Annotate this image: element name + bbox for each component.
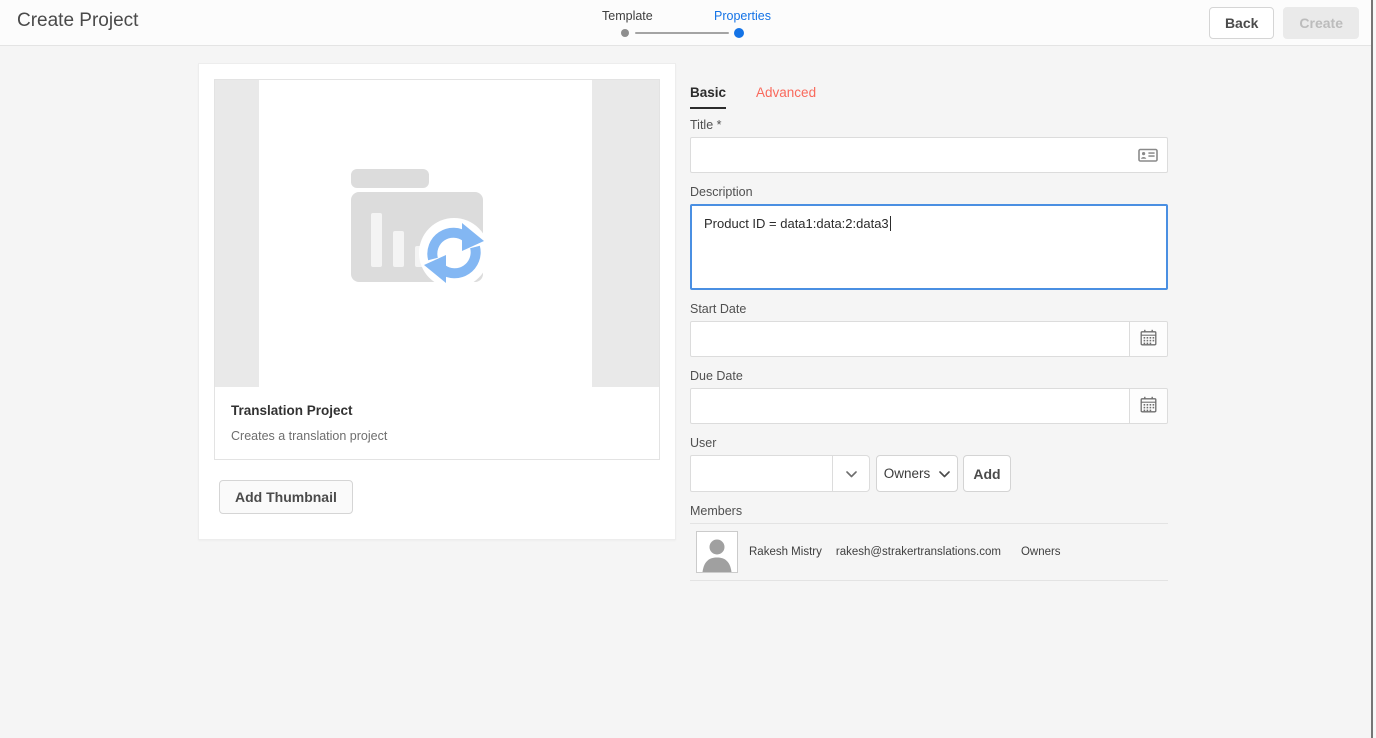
title-label: Title * <box>690 118 1168 132</box>
description-label: Description <box>690 185 1168 199</box>
description-textarea[interactable]: Product ID = data1:data:2:data3 <box>690 204 1168 290</box>
step-template[interactable]: Template <box>602 9 653 23</box>
due-date-input[interactable] <box>691 389 1167 423</box>
step-template-dot <box>621 29 629 37</box>
properties-form: Basic Advanced Title * Description Produ… <box>690 85 1168 581</box>
thumbnail-right-bar <box>592 80 659 387</box>
add-user-button[interactable]: Add <box>963 455 1011 492</box>
chevron-down-icon <box>846 466 857 481</box>
user-input[interactable] <box>690 455 833 492</box>
thumbnail-left-bar <box>215 80 259 387</box>
template-card-meta: Translation Project Creates a translatio… <box>215 387 659 453</box>
template-title: Translation Project <box>231 403 643 418</box>
role-select-value: Owners <box>884 466 931 481</box>
due-date-field <box>690 388 1168 424</box>
role-select[interactable]: Owners <box>876 455 958 492</box>
create-button[interactable]: Create <box>1283 7 1359 39</box>
wizard-header: Create Project Template Properties Back … <box>0 0 1376 46</box>
thumbnail-image <box>259 80 592 387</box>
add-thumbnail-button[interactable]: Add Thumbnail <box>219 480 353 514</box>
back-button[interactable]: Back <box>1209 7 1274 39</box>
chevron-down-icon <box>939 466 950 481</box>
template-description: Creates a translation project <box>231 429 643 443</box>
contact-card-icon <box>1138 147 1158 163</box>
text-caret <box>890 216 891 231</box>
step-properties-dot <box>734 28 744 38</box>
calendar-icon <box>1140 396 1157 416</box>
translation-project-sync-icon <box>351 169 501 299</box>
start-date-input[interactable] <box>691 322 1167 356</box>
members-label: Members <box>690 504 1168 518</box>
page-title: Create Project <box>17 10 138 32</box>
members-divider-bottom <box>690 580 1168 581</box>
start-date-field <box>690 321 1168 357</box>
header-actions: Back Create <box>1209 7 1359 39</box>
member-row: Rakesh Mistry rakesh@strakertranslations… <box>690 524 1168 580</box>
template-card: Translation Project Creates a translatio… <box>214 79 660 460</box>
step-properties[interactable]: Properties <box>714 9 771 23</box>
member-role: Owners <box>1021 546 1061 558</box>
title-input[interactable] <box>690 137 1168 173</box>
user-dropdown-button[interactable] <box>833 455 870 492</box>
template-thumbnail <box>215 80 659 387</box>
template-panel: Translation Project Creates a translatio… <box>198 63 676 540</box>
member-name: Rakesh Mistry <box>749 546 822 558</box>
member-email: rakesh@strakertranslations.com <box>836 546 1001 558</box>
user-label: User <box>690 436 1168 450</box>
tab-basic[interactable]: Basic <box>690 85 726 109</box>
description-text: Product ID = data1:data:2:data3 <box>704 216 889 231</box>
avatar <box>696 531 738 573</box>
user-field-row: Owners Add <box>690 455 1168 492</box>
calendar-icon <box>1140 329 1157 349</box>
tab-advanced[interactable]: Advanced <box>756 85 816 109</box>
start-date-label: Start Date <box>690 302 1168 316</box>
start-date-picker-button[interactable] <box>1129 322 1167 356</box>
stepper-line <box>635 32 729 34</box>
form-tabs: Basic Advanced <box>690 85 1168 109</box>
due-date-label: Due Date <box>690 369 1168 383</box>
title-field <box>690 137 1168 173</box>
content-area: Translation Project Creates a translatio… <box>0 46 1376 738</box>
due-date-picker-button[interactable] <box>1129 389 1167 423</box>
